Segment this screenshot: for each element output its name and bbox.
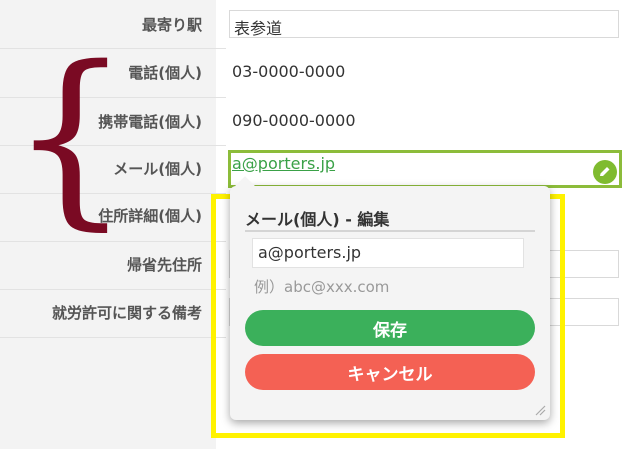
label-work-permit-note: 就労許可に関する備考 [51, 304, 202, 322]
resize-grip-icon[interactable] [534, 404, 546, 416]
cancel-button[interactable]: キャンセル [245, 354, 535, 390]
email-link[interactable]: a@porters.jp [232, 154, 335, 173]
label-phone: 電話(個人) [128, 64, 202, 82]
row-divider [0, 289, 226, 290]
pencil-icon[interactable] [593, 160, 617, 184]
save-button[interactable]: 保存 [245, 310, 535, 346]
brace-annotation: { [10, 26, 131, 247]
email-edit-value: a@porters.jp [258, 243, 362, 262]
pencil-glyph [600, 167, 610, 176]
email-hint: 例）abc@xxx.com [254, 278, 390, 296]
nearest-station-value: 表参道 [234, 19, 283, 38]
nearest-station-field[interactable]: 表参道 [229, 10, 619, 38]
popup-divider [245, 230, 535, 232]
email-field[interactable]: a@porters.jp [228, 150, 622, 188]
row-divider [0, 337, 226, 338]
phone-value: 03-0000-0000 [232, 62, 346, 81]
mobile-value: 090-0000-0000 [232, 111, 356, 130]
email-edit-input[interactable]: a@porters.jp [252, 238, 524, 268]
label-nearest-station: 最寄り駅 [141, 16, 202, 34]
label-home-address: 帰省先住所 [126, 256, 202, 274]
popup-title: メール(個人) - 編集 [245, 210, 390, 229]
edit-popup: メール(個人) - 編集 a@porters.jp 例）abc@xxx.com … [230, 176, 550, 420]
